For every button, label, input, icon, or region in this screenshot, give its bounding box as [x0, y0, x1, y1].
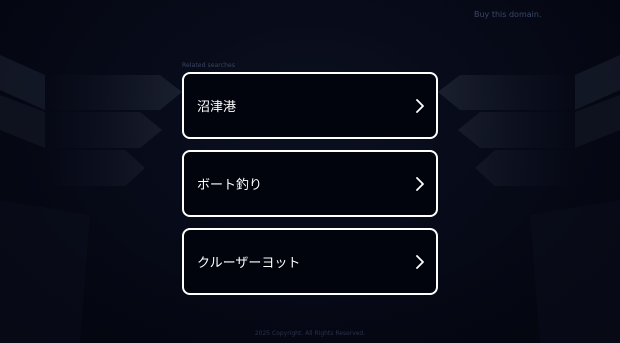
related-search-item[interactable]: ボート釣り: [182, 150, 438, 217]
chevron-right-icon: [414, 176, 426, 192]
buy-domain-link[interactable]: Buy this domain.: [474, 10, 541, 19]
related-searches-label: Related searches: [182, 62, 236, 69]
chevron-right-icon: [414, 98, 426, 114]
related-search-label: クルーザーヨット: [197, 256, 301, 271]
related-search-item[interactable]: クルーザーヨット: [182, 228, 438, 295]
related-search-item[interactable]: 沼津港: [182, 72, 438, 139]
chevron-right-icon: [414, 254, 426, 270]
page: Buy this domain. Related searches 沼津港 ボー…: [0, 0, 620, 343]
related-search-label: ボート釣り: [197, 178, 263, 193]
footer-copyright: 2025 Copyright. All Rights Reserved.: [254, 330, 366, 337]
related-searches-list: 沼津港 ボート釣り クルーザーヨット: [182, 72, 438, 306]
related-search-label: 沼津港: [197, 100, 237, 115]
